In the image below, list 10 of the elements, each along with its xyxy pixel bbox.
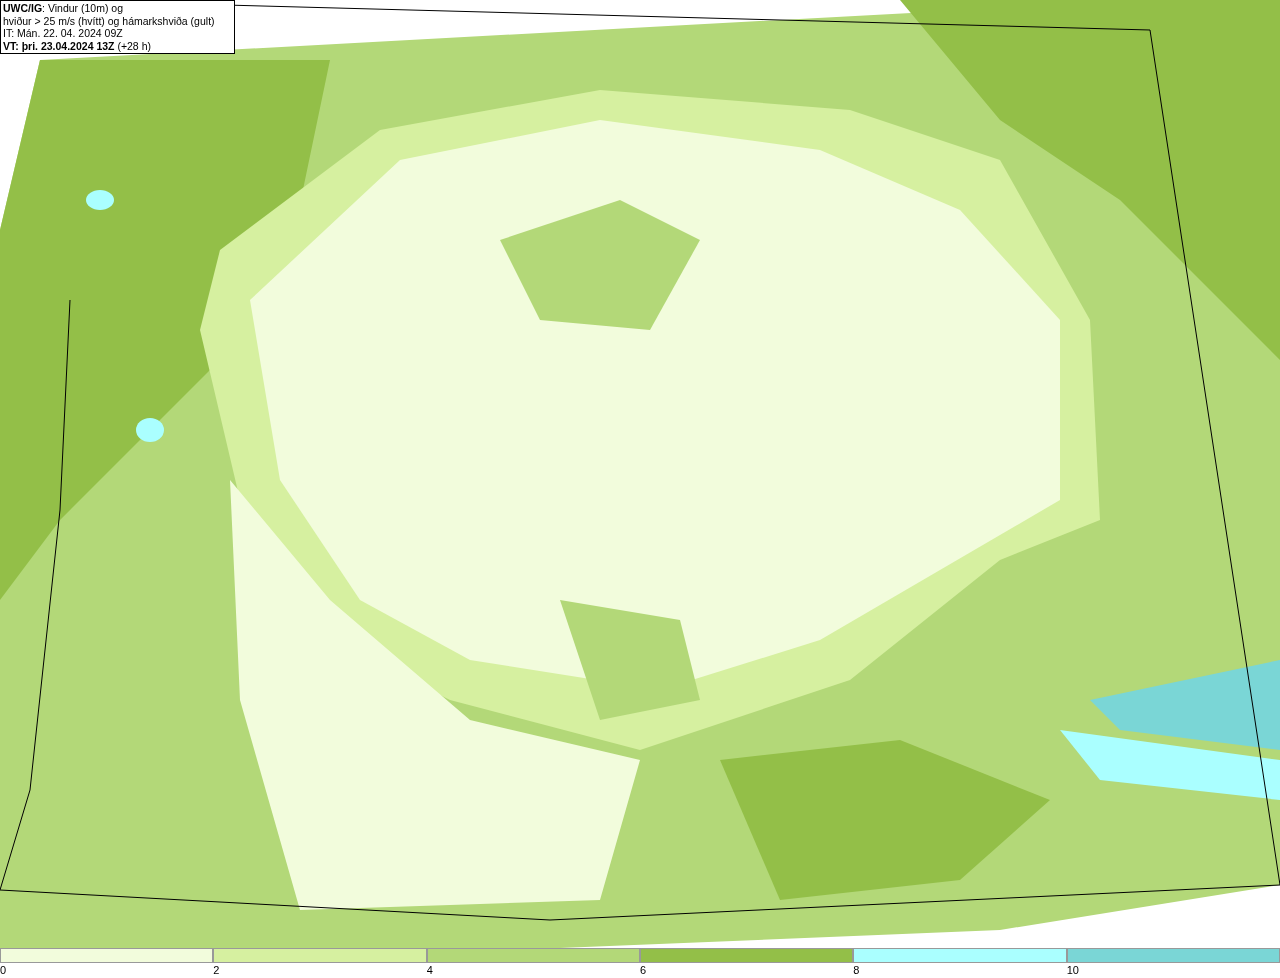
legend-label: 2: [213, 964, 220, 977]
caption-line: UWC/IG: Vindur (10m) og: [3, 2, 124, 15]
legend-label: 10: [1066, 964, 1079, 977]
legend-label: 8: [853, 964, 860, 977]
legend-label: 6: [640, 964, 647, 977]
legend-label: 4: [426, 964, 433, 977]
caption-line: hviður > 25 m/s (hvítt) og hámarkshviða (gult): [3, 14, 216, 27]
legend-label: 0: [0, 964, 7, 977]
caption-line: VT: þri. 23.04.2024 13Z (+28 h): [3, 39, 152, 52]
caption-line: IT: Mán. 22. 04. 2024 09Z: [3, 27, 124, 40]
